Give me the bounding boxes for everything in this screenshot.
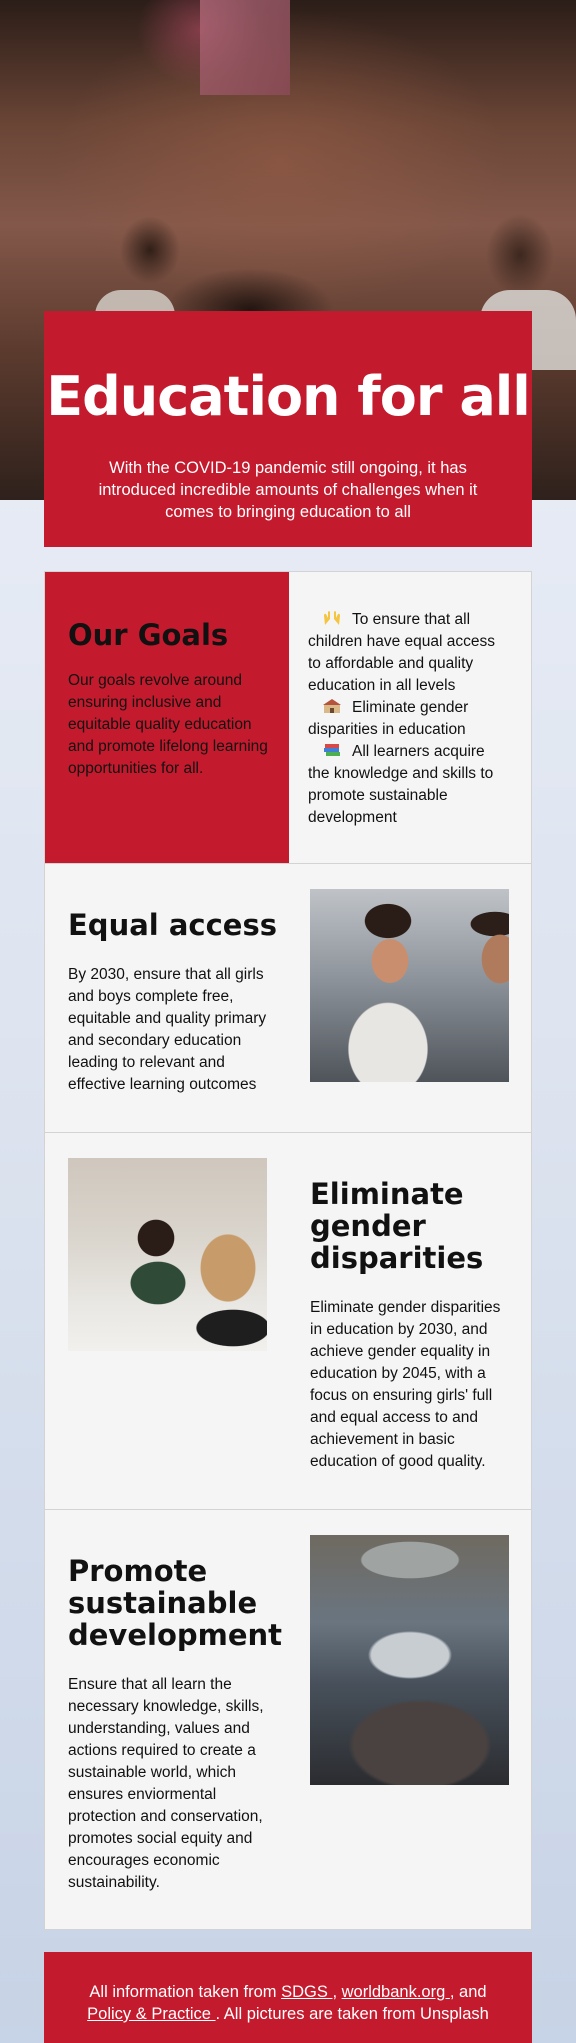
classroom-lecture-photo [310,1535,509,1785]
list-item: All learners acquire the knowledge and s… [308,743,494,826]
students-studying-photo [68,1158,267,1351]
equal-access-panel: Equal access By 2030, ensure that all gi… [44,863,532,1133]
list-item: Eliminate gender disparities in educatio… [308,699,469,738]
gender-panel: Eliminate gender disparities Eliminate g… [44,1132,532,1510]
hero-subtitle: With the COVID-19 pandemic still ongoing… [98,459,478,521]
gender-title: Eliminate gender disparities [310,1177,484,1275]
sustainable-text: Ensure that all learn the necessary know… [68,1676,264,1891]
students-smiling-photo [310,889,509,1082]
sdgs-link[interactable]: SDGS [281,1983,332,2001]
goals-text: Our goals revolve around ensuring inclus… [68,672,268,777]
equal-access-title: Equal access [68,908,277,942]
hero-card: Education for all With the COVID-19 pand… [44,311,532,547]
worldbank-link[interactable]: worldbank.org [342,1983,450,2001]
list-item: To ensure that all children have equal a… [308,611,495,694]
goals-title: Our Goals [68,618,229,652]
sustainable-panel: Promote sustainable development Ensure t… [44,1509,532,1930]
books-icon [324,744,340,756]
sustainable-title: Promote sustainable development [68,1554,283,1652]
goals-panel: Our Goals Our goals revolve around ensur… [44,571,532,864]
equal-access-text: By 2030, ensure that all girls and boys … [68,966,267,1093]
goals-list: To ensure that all children have equal a… [308,609,508,829]
gender-text: Eliminate gender disparities in educatio… [310,1299,501,1470]
page-title: Education for all [46,365,531,428]
school-icon [323,699,341,713]
policy-practice-link[interactable]: Policy & Practice [87,2005,215,2023]
raised-hands-icon [324,611,340,625]
footer-credits: All information taken from SDGS , worldb… [87,1983,489,2023]
footer: All information taken from SDGS , worldb… [44,1952,532,2043]
hero-photo-poster [200,0,290,95]
